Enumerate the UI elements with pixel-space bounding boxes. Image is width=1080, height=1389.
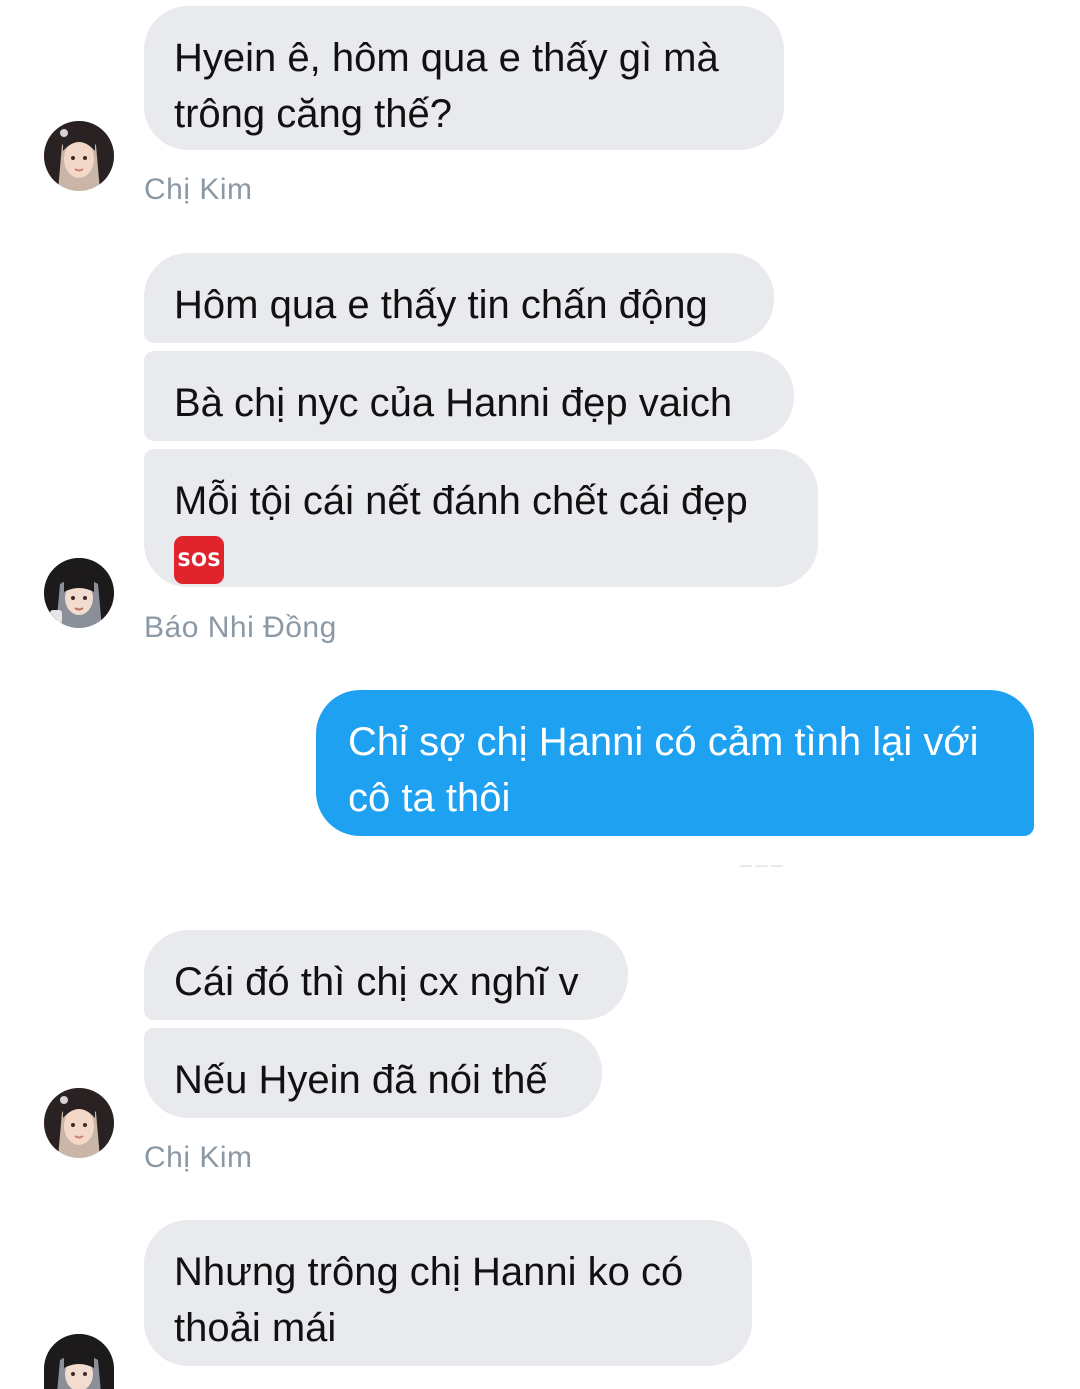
message-bubble-incoming[interactable]: Hyein ê, hôm qua e thấy gì mà trông căng… — [144, 6, 784, 150]
message-bubble-incoming[interactable]: Cái đó thì chị cx nghĩ v — [144, 930, 628, 1020]
avatar[interactable] — [44, 1088, 114, 1158]
message-bubble-incoming[interactable]: Nếu Hyein đã nói thế — [144, 1028, 602, 1118]
message-text: Nhưng trông chị Hanni ko có thoải mái — [174, 1250, 684, 1350]
message-bubble-incoming[interactable]: Nhưng trông chị Hanni ko có thoải mái — [144, 1220, 752, 1366]
message-bubble-incoming[interactable]: Hôm qua e thấy tin chấn động — [144, 253, 774, 343]
message-text: Cái đó thì chị cx nghĩ v — [174, 960, 579, 1004]
avatar-chi-kim-icon — [44, 1088, 114, 1158]
avatar[interactable] — [44, 1334, 114, 1389]
message-text: Chỉ sợ chị Hanni có cảm tình lại với cô … — [348, 720, 979, 820]
message-text: Mỗi tội cái nết đánh chết cái đẹp — [174, 479, 748, 523]
avatar[interactable] — [44, 121, 114, 191]
message-text: Hyein ê, hôm qua e thấy gì mà trông căng… — [174, 36, 719, 136]
message-text: Nếu Hyein đã nói thế — [174, 1058, 548, 1102]
sender-name: Chị Kim — [144, 1141, 253, 1174]
avatar-chi-kim-icon — [44, 121, 114, 191]
read-receipt-icon: — — — — [740, 858, 783, 872]
message-bubble-incoming[interactable]: Bà chị nyc của Hanni đẹp vaich — [144, 351, 794, 441]
sender-name: Báo Nhi Đồng — [144, 611, 337, 644]
avatar-bao-nhi-dong-icon — [44, 1334, 114, 1389]
message-bubble-outgoing[interactable]: Chỉ sợ chị Hanni có cảm tình lại với cô … — [316, 690, 1034, 836]
sos-emoji-icon: SOS — [174, 536, 224, 585]
message-text: Bà chị nyc của Hanni đẹp vaich — [174, 381, 733, 425]
message-bubble-incoming[interactable]: Mỗi tội cái nết đánh chết cái đẹp SOS — [144, 449, 818, 587]
avatar[interactable] — [44, 558, 114, 628]
message-text: Hôm qua e thấy tin chấn động — [174, 283, 708, 327]
sender-name: Chị Kim — [144, 173, 253, 206]
avatar-bao-nhi-dong-icon — [44, 558, 114, 628]
